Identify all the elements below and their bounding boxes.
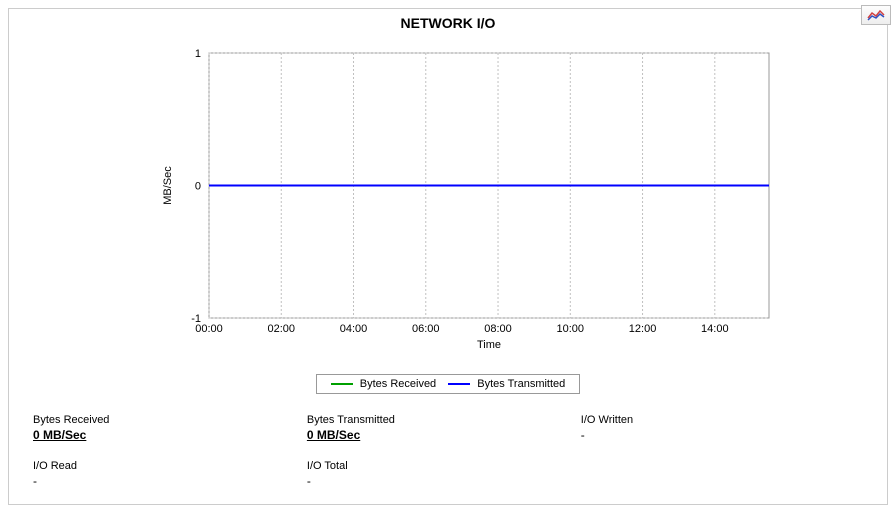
svg-text:MB/Sec: MB/Sec [162,166,174,205]
stat-io-read: I/O Read - [33,460,307,488]
chart-legend: Bytes Received Bytes Transmitted [316,374,581,394]
legend-label: Bytes Received [360,378,436,390]
stat-value: - [581,428,855,442]
stat-value[interactable]: 0 MB/Sec [33,428,307,442]
stat-label: Bytes Received [33,414,307,426]
svg-text:14:00: 14:00 [701,323,729,335]
stat-label: I/O Written [581,414,855,426]
stat-label: I/O Read [33,460,307,472]
stat-io-written: I/O Written - [581,414,855,442]
chart-line-icon [867,9,885,21]
legend-label: Bytes Transmitted [477,378,565,390]
svg-text:10:00: 10:00 [557,323,585,335]
legend-item-received[interactable]: Bytes Received [331,378,437,390]
network-io-panel: NETWORK I/O -10100:0002:0004:0006:0008:0… [8,8,888,505]
svg-text:1: 1 [195,48,201,60]
stat-value[interactable]: 0 MB/Sec [307,428,581,442]
chart-title: NETWORK I/O [9,9,887,33]
legend-item-transmitted[interactable]: Bytes Transmitted [448,378,565,390]
chart-svg: -10100:0002:0004:0006:0008:0010:0012:001… [9,33,889,368]
stat-label: Bytes Transmitted [307,414,581,426]
legend-swatch-transmitted [448,383,470,385]
stat-value: - [33,474,307,488]
stat-bytes-received: Bytes Received 0 MB/Sec [33,414,307,442]
chart-area: -10100:0002:0004:0006:0008:0010:0012:001… [9,33,887,368]
legend-swatch-received [331,383,353,385]
svg-text:0: 0 [195,181,201,193]
svg-text:00:00: 00:00 [195,323,223,335]
stat-bytes-transmitted: Bytes Transmitted 0 MB/Sec [307,414,581,442]
svg-text:04:00: 04:00 [340,323,368,335]
svg-text:Time: Time [477,339,501,351]
svg-text:08:00: 08:00 [484,323,512,335]
chart-options-button[interactable] [861,5,891,25]
stats-section: Bytes Received 0 MB/Sec Bytes Transmitte… [9,394,887,516]
stat-label: I/O Total [307,460,581,472]
svg-text:12:00: 12:00 [629,323,657,335]
stat-io-total: I/O Total - [307,460,581,488]
svg-text:06:00: 06:00 [412,323,440,335]
svg-text:02:00: 02:00 [267,323,295,335]
stat-value: - [307,474,581,488]
